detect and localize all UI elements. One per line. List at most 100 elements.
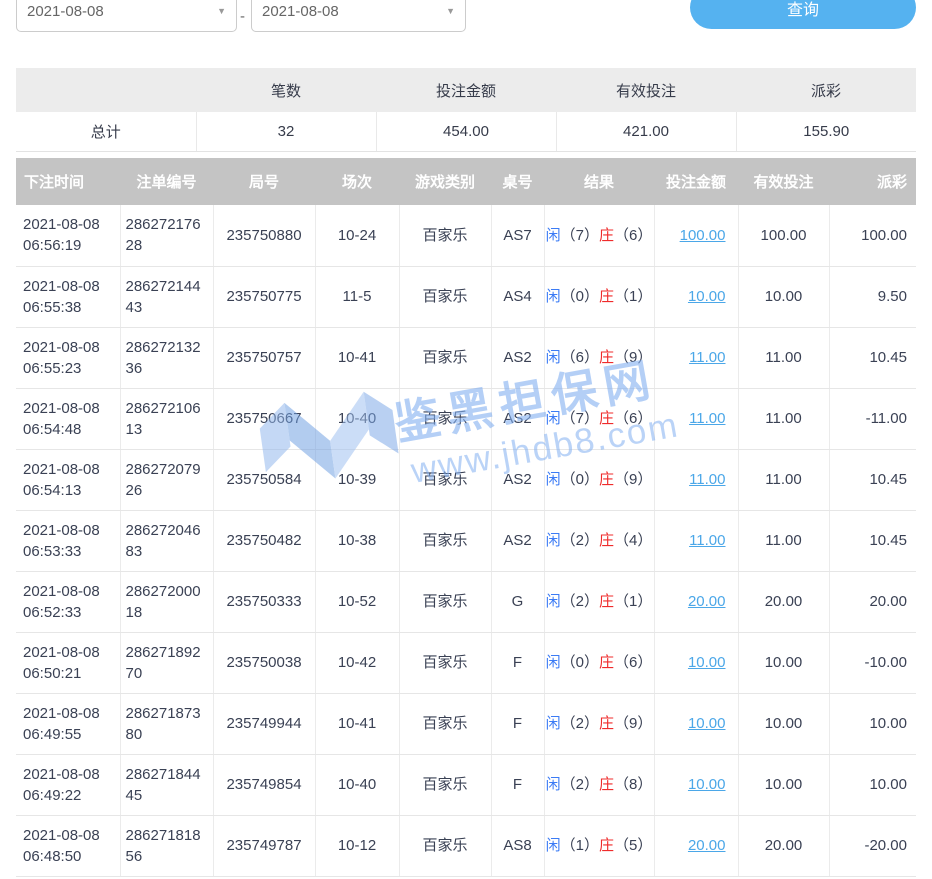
banker-label: 庄	[599, 532, 614, 549]
record-row: 2021-08-08 06:54:13 28627207926 23575058…	[16, 449, 916, 510]
player-label: 闲	[546, 227, 561, 244]
round-number: 235750880	[213, 205, 315, 266]
banker-label: 庄	[599, 593, 614, 610]
bet-amount-cell: 11.00	[654, 449, 738, 510]
bet-amount-link[interactable]: 11.00	[689, 349, 725, 366]
record-row: 2021-08-08 06:55:23 28627213236 23575075…	[16, 327, 916, 388]
banker-score: （8）	[614, 776, 652, 793]
game-type: 百家乐	[399, 815, 491, 876]
banker-label: 庄	[599, 837, 614, 854]
bet-amount-link[interactable]: 20.00	[688, 593, 726, 610]
bet-amount-cell: 11.00	[654, 510, 738, 571]
order-number: 28627181856	[120, 815, 213, 876]
banker-score: （9）	[614, 715, 652, 732]
bet-amount-cell: 11.00	[654, 388, 738, 449]
table-number: G	[491, 571, 544, 632]
player-label: 闲	[546, 349, 561, 366]
player-label: 闲	[546, 837, 561, 854]
game-type: 百家乐	[399, 571, 491, 632]
banker-label: 庄	[599, 654, 614, 671]
banker-score: （6）	[614, 654, 652, 671]
result: 闲（7）庄（6）	[544, 205, 654, 266]
summary-total-row: 总计 32 454.00 421.00 155.90	[16, 112, 916, 151]
session: 10-52	[315, 571, 399, 632]
order-number: 28627184445	[120, 754, 213, 815]
valid-bet: 11.00	[738, 327, 829, 388]
chevron-down-icon: ▼	[446, 6, 455, 16]
bet-amount-link[interactable]: 10.00	[688, 654, 726, 671]
summary-header-row: 笔数 投注金额 有效投注 派彩	[16, 68, 916, 112]
player-score: （2）	[561, 776, 599, 793]
session: 10-39	[315, 449, 399, 510]
result: 闲（2）庄（9）	[544, 693, 654, 754]
record-row: 2021-08-08 06:53:33 28627204683 23575048…	[16, 510, 916, 571]
payout: 10.00	[829, 754, 916, 815]
game-type: 百家乐	[399, 266, 491, 327]
player-score: （2）	[561, 593, 599, 610]
order-number: 28627207926	[120, 449, 213, 510]
header-session: 场次	[315, 158, 399, 205]
bet-time: 2021-08-08 06:55:23	[16, 327, 120, 388]
payout: -10.00	[829, 632, 916, 693]
payout: 10.45	[829, 327, 916, 388]
result: 闲（0）庄（9）	[544, 449, 654, 510]
bet-amount-link[interactable]: 10.00	[688, 776, 726, 793]
bet-amount-link[interactable]: 10.00	[688, 288, 726, 305]
bet-amount-link[interactable]: 10.00	[688, 715, 726, 732]
header-round-number: 局号	[213, 158, 315, 205]
bet-amount-link[interactable]: 11.00	[689, 532, 725, 549]
session: 10-38	[315, 510, 399, 571]
summary-count: 32	[196, 112, 376, 151]
query-button[interactable]: 查询	[690, 0, 916, 29]
session: 10-41	[315, 693, 399, 754]
summary-payout: 155.90	[736, 112, 916, 151]
game-type: 百家乐	[399, 327, 491, 388]
round-number: 235750333	[213, 571, 315, 632]
session: 11-5	[315, 266, 399, 327]
bet-time: 2021-08-08 06:50:21	[16, 632, 120, 693]
bet-time: 2021-08-08 06:53:33	[16, 510, 120, 571]
bet-amount-link[interactable]: 20.00	[688, 837, 726, 854]
bet-amount-link[interactable]: 100.00	[680, 227, 726, 244]
banker-label: 庄	[599, 227, 614, 244]
player-label: 闲	[546, 288, 561, 305]
player-score: （0）	[561, 471, 599, 488]
date-to-select[interactable]: 2021-08-08 ▼	[251, 0, 466, 32]
banker-label: 庄	[599, 776, 614, 793]
player-score: （7）	[561, 410, 599, 427]
order-number: 28627217628	[120, 205, 213, 266]
bet-amount-cell: 10.00	[654, 632, 738, 693]
banker-score: （6）	[614, 410, 652, 427]
chevron-down-icon: ▼	[217, 6, 226, 16]
record-row: 2021-08-08 06:50:21 28627189270 23575003…	[16, 632, 916, 693]
summary-valid-bet: 421.00	[556, 112, 736, 151]
round-number: 235749854	[213, 754, 315, 815]
bet-amount-link[interactable]: 11.00	[689, 471, 725, 488]
player-score: （0）	[561, 288, 599, 305]
banker-score: （9）	[614, 349, 652, 366]
bet-amount-cell: 11.00	[654, 327, 738, 388]
game-type: 百家乐	[399, 632, 491, 693]
table-number: AS2	[491, 449, 544, 510]
bet-amount-link[interactable]: 11.00	[689, 410, 725, 427]
payout: -20.00	[829, 815, 916, 876]
session: 10-42	[315, 632, 399, 693]
record-row: 2021-08-08 06:52:33 28627200018 23575033…	[16, 571, 916, 632]
banker-label: 庄	[599, 410, 614, 427]
date-from-select[interactable]: 2021-08-08 ▼	[16, 0, 237, 32]
session: 10-40	[315, 754, 399, 815]
records-header-row: 下注时间 注单编号 局号 场次 游戏类别 桌号 结果 投注金额 有效投注 派彩	[16, 158, 916, 205]
payout: -11.00	[829, 388, 916, 449]
bet-amount-cell: 20.00	[654, 815, 738, 876]
game-type: 百家乐	[399, 388, 491, 449]
valid-bet: 20.00	[738, 815, 829, 876]
player-label: 闲	[546, 715, 561, 732]
valid-bet: 11.00	[738, 388, 829, 449]
player-score: （1）	[561, 837, 599, 854]
table-number: AS2	[491, 388, 544, 449]
order-number: 28627187380	[120, 693, 213, 754]
table-number: AS2	[491, 510, 544, 571]
game-type: 百家乐	[399, 754, 491, 815]
payout: 10.45	[829, 449, 916, 510]
valid-bet: 10.00	[738, 632, 829, 693]
